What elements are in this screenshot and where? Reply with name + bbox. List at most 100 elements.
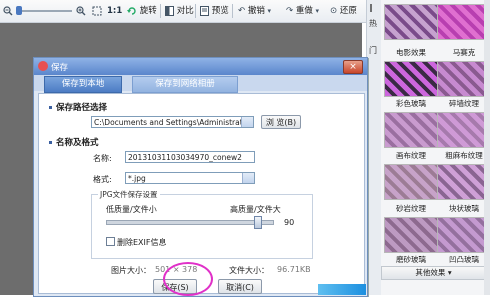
save-path-input[interactable]: C:\Documents and Settings\Administrator\…	[91, 116, 254, 128]
effect-thumb[interactable]	[384, 164, 438, 200]
effect-thumb[interactable]	[437, 4, 490, 40]
name-section-title: 名称及格式	[56, 138, 99, 148]
file-name-value: 20131031103034970_conew2	[128, 153, 242, 162]
browse-button[interactable]: 浏 览(B)	[261, 115, 301, 129]
effects-panel: 电影效果 马赛克 彩色玻璃 碎墙纹理 画布纹理 粗麻布纹理 砂岩纹理 块状玻璃 …	[381, 0, 490, 295]
toolbar-separator	[160, 4, 161, 18]
effect-label: 粗麻布纹理	[445, 151, 483, 160]
restore-label: 还原	[339, 6, 357, 16]
dialog-titlebar[interactable]: 保存 ×	[34, 58, 367, 75]
preview-icon	[200, 5, 209, 16]
path-section-heading: 保存路径选择	[49, 101, 107, 113]
contrast-icon	[165, 5, 174, 16]
collapse-icon[interactable]: ‖	[369, 3, 373, 12]
file-size-value: 96.71KB	[277, 265, 311, 274]
cancel-button[interactable]: 取消(C)	[218, 279, 262, 294]
format-dropdown-icon[interactable]	[242, 173, 254, 183]
rotate-icon	[127, 6, 136, 15]
file-size-label: 文件大小：	[229, 266, 269, 275]
effect-thumb[interactable]	[437, 61, 490, 97]
app-logo-icon	[38, 61, 48, 71]
name-section-heading: 名称及格式	[49, 136, 99, 148]
fit-window-icon[interactable]	[92, 5, 102, 18]
effect-thumb[interactable]	[437, 112, 490, 148]
toolbar-separator	[232, 4, 233, 18]
undo-icon: ↶	[238, 6, 246, 16]
more-effects-label: 其他效果	[415, 268, 446, 277]
file-name-input[interactable]: 20131031103034970_conew2	[125, 151, 255, 163]
taskbar-decoration	[318, 284, 366, 295]
zoom-slider-knob[interactable]	[16, 6, 22, 15]
effect-label: 块状玻璃	[449, 204, 479, 213]
tab-save-album[interactable]: 保存到网络相册	[132, 76, 238, 93]
effect-label: 电影效果	[396, 48, 426, 57]
redo-dropdown-icon[interactable]: ▾	[316, 7, 320, 15]
effect-thumb[interactable]	[437, 164, 490, 200]
redo-button[interactable]: ↷ 重做 ▾	[286, 5, 319, 18]
redo-icon: ↷	[286, 6, 294, 16]
effect-thumb[interactable]	[384, 61, 438, 97]
side-category-door[interactable]: 门	[369, 45, 377, 56]
effect-label: 凹凸玻璃	[449, 255, 479, 264]
effect-label: 彩色玻璃	[396, 99, 426, 108]
bullet-icon	[49, 106, 52, 109]
path-section-title: 保存路径选择	[56, 103, 108, 113]
restore-button[interactable]: ⊙ 还原	[330, 5, 357, 18]
high-quality-label: 高质量/文件大	[230, 205, 281, 214]
chevron-down-icon: ▾	[447, 268, 452, 277]
dialog-tabs: 保存到本地 保存到网络相册	[34, 75, 367, 93]
zoom-in-icon[interactable]	[76, 5, 86, 18]
bullet-icon	[49, 141, 52, 144]
format-select[interactable]: *.jpg	[125, 172, 255, 184]
restore-icon: ⊙	[330, 6, 338, 16]
effect-label: 碎墙纹理	[449, 99, 479, 108]
save-dialog: 保存 × 保存到本地 保存到网络相册 保存路径选择 C:\Documents a…	[33, 57, 368, 297]
rotate-button[interactable]: 旋转	[127, 5, 157, 18]
more-effects-button[interactable]: 其他效果 ▾	[381, 266, 486, 280]
side-category-strip: ‖ 热 门	[366, 0, 382, 295]
quality-slider-thumb[interactable]	[254, 216, 263, 229]
effect-thumb[interactable]	[437, 217, 490, 253]
effect-label: 马赛克	[452, 48, 476, 57]
effect-thumb[interactable]	[384, 4, 438, 40]
effect-label: 磨砂玻璃	[396, 255, 426, 264]
toolbar: 1:1 旋转 对比 预览 ↶ 撤销 ▾ ↷ 重做 ▾ ⊙ 还原	[0, 0, 366, 23]
jpg-settings-group: JPG文件保存设置 低质量/文件小 高质量/文件大 90 删除EXIF信息	[91, 189, 313, 259]
undo-dropdown-icon[interactable]: ▾	[268, 7, 272, 15]
contrast-button[interactable]: 对比	[165, 5, 194, 18]
quality-value: 90	[284, 218, 295, 227]
jpg-settings-title: JPG文件保存设置	[98, 189, 160, 200]
toolbar-separator	[195, 4, 196, 18]
zoom-slider-track[interactable]	[16, 10, 72, 12]
path-dropdown-icon[interactable]	[241, 117, 253, 127]
zoom-out-icon[interactable]	[3, 5, 13, 18]
actual-size-button[interactable]: 1:1	[107, 5, 122, 18]
name-label: 名称:	[93, 154, 112, 163]
image-size-label: 图片大小：	[111, 266, 151, 275]
close-icon: ×	[349, 62, 357, 72]
remove-exif-label: 删除EXIF信息	[117, 238, 167, 247]
close-button[interactable]: ×	[343, 60, 363, 74]
side-category-hot[interactable]: 热	[369, 18, 377, 29]
preview-button[interactable]: 预览	[200, 5, 229, 18]
tab-save-local[interactable]: 保存到本地	[44, 76, 122, 93]
remove-exif-checkbox[interactable]	[106, 237, 115, 246]
preview-label: 预览	[211, 6, 229, 16]
format-label: 格式:	[93, 175, 112, 184]
format-value: *.jpg	[128, 174, 146, 183]
contrast-label: 对比	[176, 6, 194, 16]
effect-label: 画布纹理	[396, 151, 426, 160]
save-path-value: C:\Documents and Settings\Administrator\…	[94, 118, 254, 127]
effects-scrollbar[interactable]	[484, 0, 490, 295]
effect-thumb[interactable]	[384, 112, 438, 148]
effect-thumb[interactable]	[384, 217, 438, 253]
dialog-title: 保存	[51, 63, 69, 73]
redo-label: 重做	[295, 6, 313, 16]
low-quality-label: 低质量/文件小	[106, 205, 157, 214]
effect-label: 砂岩纹理	[396, 204, 426, 213]
undo-button[interactable]: ↶ 撤销 ▾	[238, 5, 271, 18]
highlight-circle	[163, 262, 213, 296]
quality-slider-track[interactable]	[106, 220, 274, 225]
rotate-label: 旋转	[139, 6, 157, 16]
undo-label: 撤销	[247, 6, 265, 16]
